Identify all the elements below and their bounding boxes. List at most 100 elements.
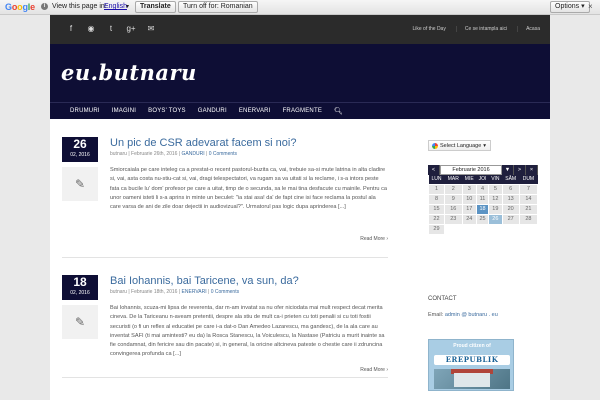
social-links: f ◉ t g+ ✉ [64,22,158,36]
sidebar: Select Language ▾ < Februarie 2016 ▼ > ×… [428,140,539,391]
post-author[interactable]: butnaru [110,151,127,157]
calendar-weekday: JOI [476,175,489,184]
post-article: 26 02, 2016 ✎ Un pic de CSR adevarat fac… [62,137,388,247]
calendar-empty-cell [443,223,463,235]
calendar-day: 21 [518,203,539,215]
site-wrapper: f ◉ t g+ ✉ Like of the Day Ce se intampl… [50,15,550,400]
post-excerpt: Bai Iohannis, scuza-mi lipsa de reverent… [110,305,385,358]
nav-item-enervari[interactable]: ENERVARI [233,103,277,119]
calendar-weekday: MAR [444,175,463,184]
calendar-day: 19 [488,203,503,215]
pencil-icon: ✎ [62,305,98,339]
post-title[interactable]: Bai Iohannis, bai Taricene, va sun, da? [110,275,299,287]
pencil-icon: ✎ [62,167,98,201]
calendar-day: 16 [443,203,463,215]
contact-email-link[interactable]: admin @ butnaru . eu [445,312,498,318]
contact-email-label: Email: [428,312,444,318]
options-button[interactable]: Options ▾ [550,1,590,13]
chevron-down-icon[interactable]: ▾ [126,3,129,10]
post-category[interactable]: GANDURI [182,151,205,157]
calendar-header: < Februarie 2016 ▼ > × [428,165,538,175]
calendar-close-button[interactable]: × [526,165,538,175]
calendar-empty-cell [501,223,520,235]
chevron-right-icon: › [386,367,388,373]
chevron-down-icon: ▾ [483,142,487,149]
badge-logo: EREPUBLIK [434,355,510,365]
post-date-box: 26 02, 2016 ✎ [62,137,98,201]
calendar-month-select[interactable]: Februarie 2016 [440,165,502,175]
calendar-day: 29 [428,223,445,235]
calendar-day: 6 [501,183,520,195]
calendar-day: 1 [428,183,445,195]
facebook-icon[interactable]: f [64,22,78,36]
post-date-box: 18 02, 2016 ✎ [62,275,98,339]
post-comments[interactable]: 0 Comments [209,151,237,157]
calendar-day: 22 [428,213,445,225]
calendar-widget: < Februarie 2016 ▼ > × LUN MAR MIE JOI VIN SÂ… [428,165,539,235]
googleplus-icon[interactable]: g+ [124,22,138,36]
search-icon[interactable]: 🔍︎ [328,103,349,119]
calendar-day: 28 [518,213,539,225]
email-icon[interactable]: ✉ [144,22,158,36]
calendar-empty-cell [475,223,490,235]
calendar-day[interactable]: 18 [475,203,490,215]
nav-item-fragmente[interactable]: FRAGMENTE [277,103,328,119]
language-select[interactable]: Select Language ▾ [428,140,491,151]
google-translate-icon [432,142,438,149]
translate-button[interactable]: Translate [135,1,176,13]
view-page-text: View this page in: [52,3,107,10]
calendar-day: 4 [475,183,490,195]
nav-item-drumuri[interactable]: DRUMURI [64,103,106,119]
top-links: Like of the Day Ce se intampla aici Acas… [404,26,540,32]
calendar-day: 5 [488,183,503,195]
top-link-like-of-the-day[interactable]: Like of the Day [404,26,445,32]
top-bar: f ◉ t g+ ✉ Like of the Day Ce se intampl… [50,15,550,44]
badge-text: Proud citizen of [453,343,491,349]
calendar-day: 2 [443,183,463,195]
read-more-label: Read More [360,236,385,242]
calendar-day: 7 [518,183,539,195]
post-month-year: 02, 2016 [62,151,98,162]
calendar-day: 24 [461,213,477,225]
post-date: Februarie 18th, 2016 [131,289,178,295]
calendar-prev-button[interactable]: < [428,165,440,175]
calendar-empty-cell [518,223,539,235]
read-more-link[interactable]: Read More › [360,367,388,373]
site-logo[interactable]: eu.butnaru [61,60,197,85]
top-link-ce-se-intampla[interactable]: Ce se intampla aici [455,26,507,32]
post-author[interactable]: butnaru [110,289,127,295]
calendar-day: 3 [461,183,477,195]
rss-icon[interactable]: ◉ [84,22,98,36]
calendar-empty-cell [488,223,503,235]
post-category[interactable]: ENERVARI [182,289,207,295]
chevron-down-icon[interactable]: ▼ [502,165,514,175]
language-link[interactable]: English [104,3,127,10]
calendar-day: 9 [443,193,463,205]
calendar-day: 14 [518,193,539,205]
contact-email: Email: admin @ butnaru . eu [428,312,498,318]
top-link-acasa[interactable]: Acasa [517,26,540,32]
close-icon[interactable]: × [588,2,593,11]
post-title[interactable]: Un pic de CSR adevarat facem si noi? [110,137,296,149]
read-more-label: Read More [360,367,385,373]
calendar-empty-cell [461,223,477,235]
nav-item-boys-toys[interactable]: BOYS' TOYS [142,103,192,119]
calendar-weekday: DUM [519,175,538,184]
read-more-link[interactable]: Read More › [360,236,388,242]
calendar-day: 25 [475,213,490,225]
calendar-day: 11 [475,193,490,205]
erepublik-badge[interactable]: Proud citizen of EREPUBLIK [428,339,514,391]
post-month-year: 02, 2016 [62,289,98,300]
nav-item-imagini[interactable]: IMAGINI [106,103,142,119]
post-comments[interactable]: 0 Comments [211,289,239,295]
info-icon[interactable]: i [41,3,48,10]
calendar-day[interactable]: 26 [488,213,503,225]
calendar-day: 13 [501,193,520,205]
calendar-next-button[interactable]: > [514,165,526,175]
post-day: 18 [62,275,98,289]
turn-off-button[interactable]: Turn off for: Romanian [178,1,258,13]
nav-item-ganduri[interactable]: GANDURI [192,103,233,119]
twitter-icon[interactable]: t [104,22,118,36]
post-meta: butnaru | Februarie 18th, 2016 | ENERVAR… [110,289,240,295]
calendar-grid: LUN MAR MIE JOI VIN SÂM DUM 1 2 3 4 5 6 7 8 9 10 11 12 13 1… [428,175,539,235]
